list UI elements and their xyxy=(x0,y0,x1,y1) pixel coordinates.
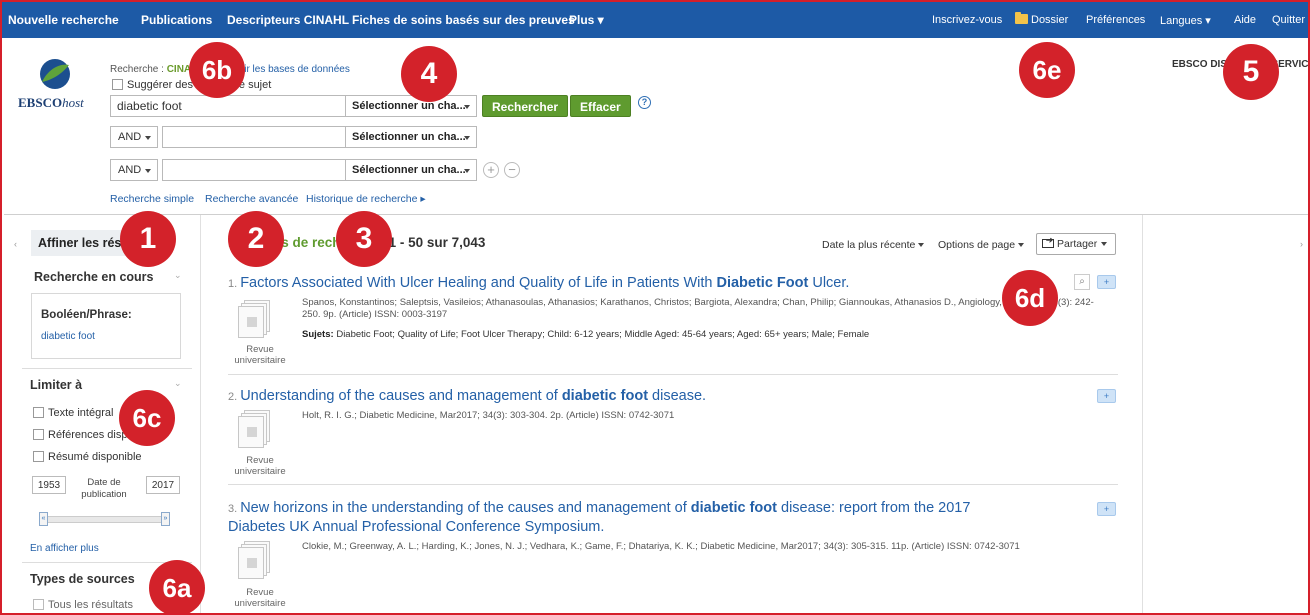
field-select-2[interactable]: Sélectionner un cha... xyxy=(345,126,477,148)
publication-type-label: Revue universitaire xyxy=(234,587,286,609)
result-metadata: Clokie, M.; Greenway, A. L.; Harding, K.… xyxy=(302,541,1020,552)
show-more-link[interactable]: En afficher plus xyxy=(30,543,99,554)
publication-date-label: Date de publication xyxy=(81,477,127,500)
nav-help[interactable]: Aide xyxy=(1234,14,1256,26)
add-to-folder-icon[interactable]: + xyxy=(1097,275,1116,289)
nav-more[interactable]: Plus ▾ xyxy=(569,13,604,27)
boolean-select-2[interactable]: AND xyxy=(110,126,158,148)
share-icon xyxy=(1042,235,1054,248)
nav-publications[interactable]: Publications xyxy=(141,13,212,27)
folder-icon xyxy=(1015,12,1028,24)
clear-button[interactable]: Effacer xyxy=(570,95,631,117)
checkbox[interactable] xyxy=(33,407,44,418)
all-results-option[interactable]: Tous les résultats xyxy=(33,599,133,611)
nav-evidence-care-sheets[interactable]: Fiches de soins basés sur des preuves xyxy=(352,13,575,27)
sidebar-divider xyxy=(200,215,201,613)
annotation-badge-4: 4 xyxy=(401,46,457,102)
result-title-link[interactable]: 1. Factors Associated With Ulcer Healing … xyxy=(228,274,1078,293)
search-input-2[interactable] xyxy=(162,126,346,148)
annotation-badge-5: 5 xyxy=(1223,44,1279,100)
search-input-1[interactable]: diabetic foot xyxy=(110,95,346,117)
chevron-down-icon[interactable]: ⌄ xyxy=(174,270,182,281)
limit-to-heading[interactable]: Limiter à xyxy=(30,378,82,392)
collapse-right-icon[interactable]: › xyxy=(1300,239,1303,249)
annotation-badge-6b: 6b xyxy=(189,42,245,98)
checkbox[interactable] xyxy=(33,599,44,610)
result-metadata: Spanos, Konstantinos; Saleptsis, Vasilei… xyxy=(302,297,1094,320)
nav-folder[interactable]: Dossier xyxy=(1015,12,1068,26)
page-frame: Nouvelle recherche Publications Descript… xyxy=(0,0,1310,615)
annotation-badge-6c: 6c xyxy=(119,390,175,446)
search-input-3[interactable] xyxy=(162,159,346,181)
add-row-icon[interactable]: + xyxy=(483,162,499,178)
result-metadata: Holt, R. I. G.; Diabetic Medicine, Mar20… xyxy=(302,410,675,421)
year-from-input[interactable]: 1953 xyxy=(32,476,66,494)
result-separator xyxy=(228,374,1118,375)
document-thumbnail-icon[interactable] xyxy=(238,300,276,340)
limit-abstract[interactable]: Résumé disponible xyxy=(33,451,142,463)
publication-type-label: Revue universitaire xyxy=(234,344,286,366)
share-button[interactable]: Partager xyxy=(1036,233,1116,255)
preview-icon[interactable]: ⌕ xyxy=(1074,274,1090,290)
sort-dropdown[interactable]: Date la plus récente xyxy=(822,239,925,251)
nav-sign-out[interactable]: Quitter xyxy=(1272,14,1305,26)
search-history-link[interactable]: Historique de recherche ▸ xyxy=(306,193,426,205)
result-separator xyxy=(228,484,1118,485)
nav-preferences[interactable]: Préférences xyxy=(1086,14,1145,26)
date-slider-track[interactable] xyxy=(42,516,168,523)
document-thumbnail-icon[interactable] xyxy=(238,410,276,450)
bool-phrase-value[interactable]: diabetic foot xyxy=(41,331,95,342)
result-title-link[interactable]: 2. Understanding of the causes and manage… xyxy=(228,387,1078,406)
year-to-input[interactable]: 2017 xyxy=(146,476,180,494)
ebsco-logo-text: EBSCOhost xyxy=(18,95,84,110)
document-thumbnail-icon[interactable] xyxy=(238,541,276,581)
publication-type-label: Revue universitaire xyxy=(234,455,286,477)
add-to-folder-icon[interactable]: + xyxy=(1097,502,1116,516)
bool-phrase-label: Booléen/Phrase: xyxy=(41,309,132,321)
source-types-heading[interactable]: Types de sources xyxy=(30,572,135,586)
checkbox[interactable] xyxy=(33,451,44,462)
top-navigation-bar: Nouvelle recherche Publications Descript… xyxy=(2,2,1308,38)
slider-handle-left[interactable]: « xyxy=(39,512,48,526)
remove-row-icon[interactable]: − xyxy=(504,162,520,178)
result-subjects: Sujets: Diabetic Foot; Quality of Life; … xyxy=(302,329,870,340)
collapse-left-icon[interactable]: ‹ xyxy=(14,239,17,249)
nav-cinahl-headings[interactable]: Descripteurs CINAHL xyxy=(227,13,349,27)
add-to-folder-icon[interactable]: + xyxy=(1097,389,1116,403)
advanced-search-link[interactable]: Recherche avancée xyxy=(205,193,298,205)
current-search-heading[interactable]: Recherche en cours xyxy=(34,270,154,284)
nav-languages[interactable]: Langues ▾ xyxy=(1160,14,1211,27)
help-icon[interactable]: ? xyxy=(638,96,651,109)
annotation-badge-6a: 6a xyxy=(149,560,205,613)
annotation-badge-6d: 6d xyxy=(1002,270,1058,326)
search-button[interactable]: Rechercher xyxy=(482,95,569,117)
annotation-badge-2: 2 xyxy=(228,211,284,267)
annotation-badge-6e: 6e xyxy=(1019,42,1075,98)
ebsco-logo-icon[interactable] xyxy=(38,57,72,91)
slider-handle-right[interactable]: » xyxy=(161,512,170,526)
annotation-badge-3: 3 xyxy=(336,211,392,267)
right-column-divider xyxy=(1142,215,1143,613)
result-title-link[interactable]: 3. New horizons in the understanding of t… xyxy=(228,499,1018,536)
chevron-down-icon[interactable]: ⌄ xyxy=(174,378,182,389)
sidebar-separator xyxy=(22,368,192,369)
page-options-dropdown[interactable]: Options de page xyxy=(938,239,1025,251)
suggest-checkbox[interactable] xyxy=(112,79,123,90)
current-search-box: Booléen/Phrase: diabetic foot xyxy=(31,293,181,359)
nav-new-search[interactable]: Nouvelle recherche xyxy=(8,13,119,27)
basic-search-link[interactable]: Recherche simple xyxy=(110,193,194,205)
nav-sign-in[interactable]: Inscrivez-vous xyxy=(932,14,1002,26)
field-select-3[interactable]: Sélectionner un cha... xyxy=(345,159,477,181)
limit-full-text[interactable]: Texte intégral xyxy=(33,407,113,419)
field-select-1[interactable]: Sélectionner un cha... xyxy=(345,95,477,117)
checkbox[interactable] xyxy=(33,429,44,440)
boolean-select-3[interactable]: AND xyxy=(110,159,158,181)
annotation-badge-1: 1 xyxy=(120,211,176,267)
